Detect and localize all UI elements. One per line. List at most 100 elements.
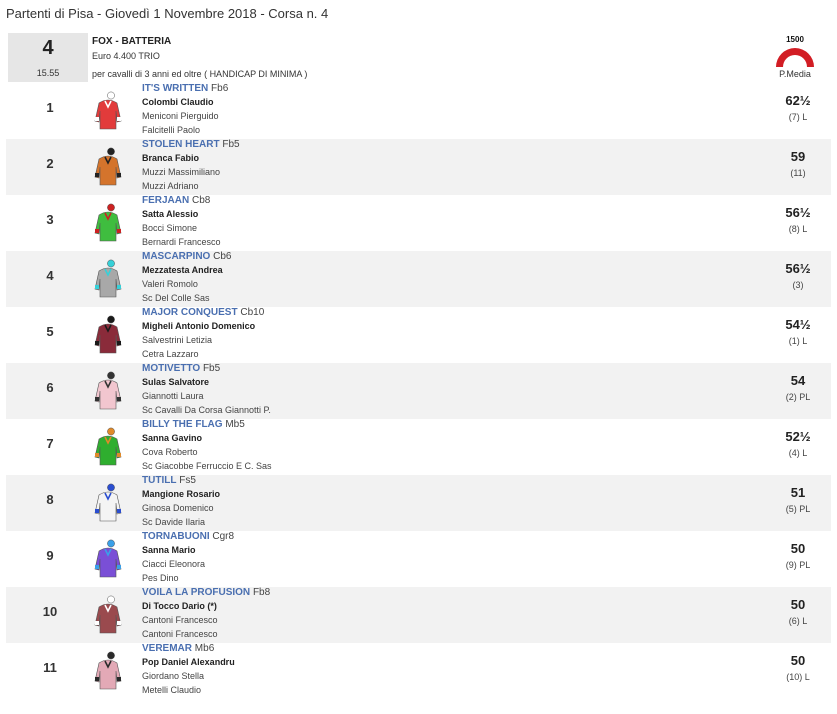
runner-weight: 51 xyxy=(790,485,806,500)
runner-weight: 50 xyxy=(790,653,806,668)
runner-weight: 54½ xyxy=(785,317,811,332)
horse-name-link[interactable]: MOTIVETTO xyxy=(142,363,200,374)
runner-weight: 50 xyxy=(790,541,806,556)
jockey-silk-icon xyxy=(90,427,126,467)
runner-number: 9 xyxy=(46,548,54,563)
runner-row: 1 IT'S WRITTEN Fb6 Colombi Claudio Menic… xyxy=(6,83,831,139)
horse-line: FERJAAN Cb8 xyxy=(142,195,210,206)
runner-number: 4 xyxy=(46,268,54,283)
trainer-name: Cova Roberto xyxy=(142,447,198,457)
runners-list: 1 IT'S WRITTEN Fb6 Colombi Claudio Menic… xyxy=(6,83,831,699)
owner-name: Falcitelli Paolo xyxy=(142,125,201,135)
horse-age-sex: Cgr8 xyxy=(212,531,235,542)
horse-line: MASCARPINO Cb6 xyxy=(142,251,231,262)
runner-weight: 54 xyxy=(790,373,806,388)
horse-age-sex: Cb10 xyxy=(240,307,265,318)
horse-line: IT'S WRITTEN Fb6 xyxy=(142,83,228,94)
jockey-silk-icon xyxy=(90,315,126,355)
jockey-silk-icon xyxy=(90,371,126,411)
horse-name-link[interactable]: VOILA LA PROFUSION xyxy=(142,587,250,598)
jockey-name: Sulas Salvatore xyxy=(142,377,210,387)
jockey-name: Sanna Gavino xyxy=(142,433,203,443)
jockey-silk-icon xyxy=(90,91,126,131)
race-number-box: 4 15.55 xyxy=(8,33,88,82)
runner-number: 3 xyxy=(46,212,54,227)
trainer-name: Salvestrini Letizia xyxy=(142,335,213,345)
runner-draw: (5) PL xyxy=(785,504,811,514)
runner-draw: (1) L xyxy=(788,336,808,346)
horse-name-link[interactable]: VEREMAR xyxy=(142,643,192,654)
horse-line: MOTIVETTO Fb5 xyxy=(142,363,220,374)
jockey-name: Mezzatesta Andrea xyxy=(142,265,223,275)
horse-line: TUTILL Fs5 xyxy=(142,475,196,486)
runner-draw: (10) L xyxy=(786,672,810,682)
trainer-name: Meniconi Pierguido xyxy=(142,111,219,121)
jockey-name: Branca Fabio xyxy=(142,153,200,163)
runner-row: 2 STOLEN HEART Fb5 Branca Fabio Muzzi Ma… xyxy=(6,139,831,195)
horse-name-link[interactable]: IT'S WRITTEN xyxy=(142,83,208,94)
runner-draw: (6) L xyxy=(788,616,808,626)
horse-line: BILLY THE FLAG Mb5 xyxy=(142,419,245,430)
runner-weight: 56½ xyxy=(785,261,811,276)
runner-number: 1 xyxy=(46,100,54,115)
horse-name-link[interactable]: BILLY THE FLAG xyxy=(142,419,223,430)
owner-name: Pes Dino xyxy=(142,573,179,583)
runner-row: 11 VEREMAR Mb6 Pop Daniel Alexandru Gior… xyxy=(6,643,831,699)
jockey-name: Satta Alessio xyxy=(142,209,199,219)
runner-number: 2 xyxy=(46,156,54,171)
owner-name: Sc Davide Ilaria xyxy=(142,517,206,527)
runner-number: 5 xyxy=(46,324,54,339)
jockey-silk-icon xyxy=(90,539,126,579)
jockey-name: Colombi Claudio xyxy=(142,97,214,107)
owner-name: Sc Cavalli Da Corsa Giannotti P. xyxy=(142,405,271,415)
jockey-name: Migheli Antonio Domenico xyxy=(142,321,256,331)
trainer-name: Bocci Simone xyxy=(142,223,198,233)
trainer-name: Valeri Romolo xyxy=(142,279,198,289)
runner-number: 10 xyxy=(42,604,58,619)
owner-name: Cantoni Francesco xyxy=(142,629,218,639)
owner-name: Bernardi Francesco xyxy=(142,237,221,247)
horse-age-sex: Fb8 xyxy=(252,587,271,598)
horse-line: STOLEN HEART Fb5 xyxy=(142,139,240,150)
horse-age-sex: Mb6 xyxy=(194,643,215,654)
horse-age-sex: Cb6 xyxy=(213,251,232,262)
horse-name-link[interactable]: MAJOR CONQUEST xyxy=(142,307,238,318)
jockey-silk-icon xyxy=(90,259,126,299)
runner-row: 7 BILLY THE FLAG Mb5 Sanna Gavino Cova R… xyxy=(6,419,831,475)
distance-badge-icon: 1500 P.Media xyxy=(770,33,820,82)
runner-row: 4 MASCARPINO Cb6 Mezzatesta Andrea Valer… xyxy=(6,251,831,307)
race-name: FOX - BATTERIA xyxy=(92,36,172,47)
owner-name: Sc Giacobbe Ferruccio E C. Sas xyxy=(142,461,272,471)
runner-number: 8 xyxy=(46,492,54,507)
runner-draw: (2) PL xyxy=(785,392,811,402)
runner-row: 10 VOILA LA PROFUSION Fb8 Di Tocco Dario… xyxy=(6,587,831,643)
jockey-silk-icon xyxy=(90,483,126,523)
trainer-name: Giordano Stella xyxy=(142,671,205,681)
horse-line: VOILA LA PROFUSION Fb8 xyxy=(142,587,270,598)
runner-draw: (3) xyxy=(792,280,804,290)
jockey-silk-icon xyxy=(90,595,126,635)
horse-line: MAJOR CONQUEST Cb10 xyxy=(142,307,264,318)
page-title: Partenti di Pisa - Giovedì 1 Novembre 20… xyxy=(6,6,329,21)
horse-name-link[interactable]: TUTILL xyxy=(142,475,176,486)
trainer-name: Ginosa Domenico xyxy=(142,503,214,513)
horse-name-link[interactable]: TORNABUONI xyxy=(142,531,210,542)
runner-number: 11 xyxy=(43,660,57,675)
jockey-silk-icon xyxy=(90,651,126,691)
horse-name-link[interactable]: FERJAAN xyxy=(142,195,189,206)
horse-name-link[interactable]: STOLEN HEART xyxy=(142,139,220,150)
trainer-name: Cantoni Francesco xyxy=(142,615,218,625)
runner-weight: 59 xyxy=(790,149,806,164)
runner-draw: (11) xyxy=(790,168,806,178)
horse-age-sex: Cb8 xyxy=(192,195,211,206)
jockey-name: Sanna Mario xyxy=(142,545,196,555)
runner-row: 6 MOTIVETTO Fb5 Sulas Salvatore Giannott… xyxy=(6,363,831,419)
trainer-name: Ciacci Eleonora xyxy=(142,559,206,569)
race-prize: Euro 4.400 TRIO xyxy=(92,51,160,61)
race-conditions: per cavalli di 3 anni ed oltre ( HANDICA… xyxy=(92,69,308,79)
horse-name-link[interactable]: MASCARPINO xyxy=(142,251,210,262)
distance-badge-label: 1500 xyxy=(786,35,804,44)
owner-name: Sc Del Colle Sas xyxy=(142,293,210,303)
horse-age-sex: Fb5 xyxy=(202,363,221,374)
runner-row: 8 TUTILL Fs5 Mangione Rosario Ginosa Dom… xyxy=(6,475,831,531)
